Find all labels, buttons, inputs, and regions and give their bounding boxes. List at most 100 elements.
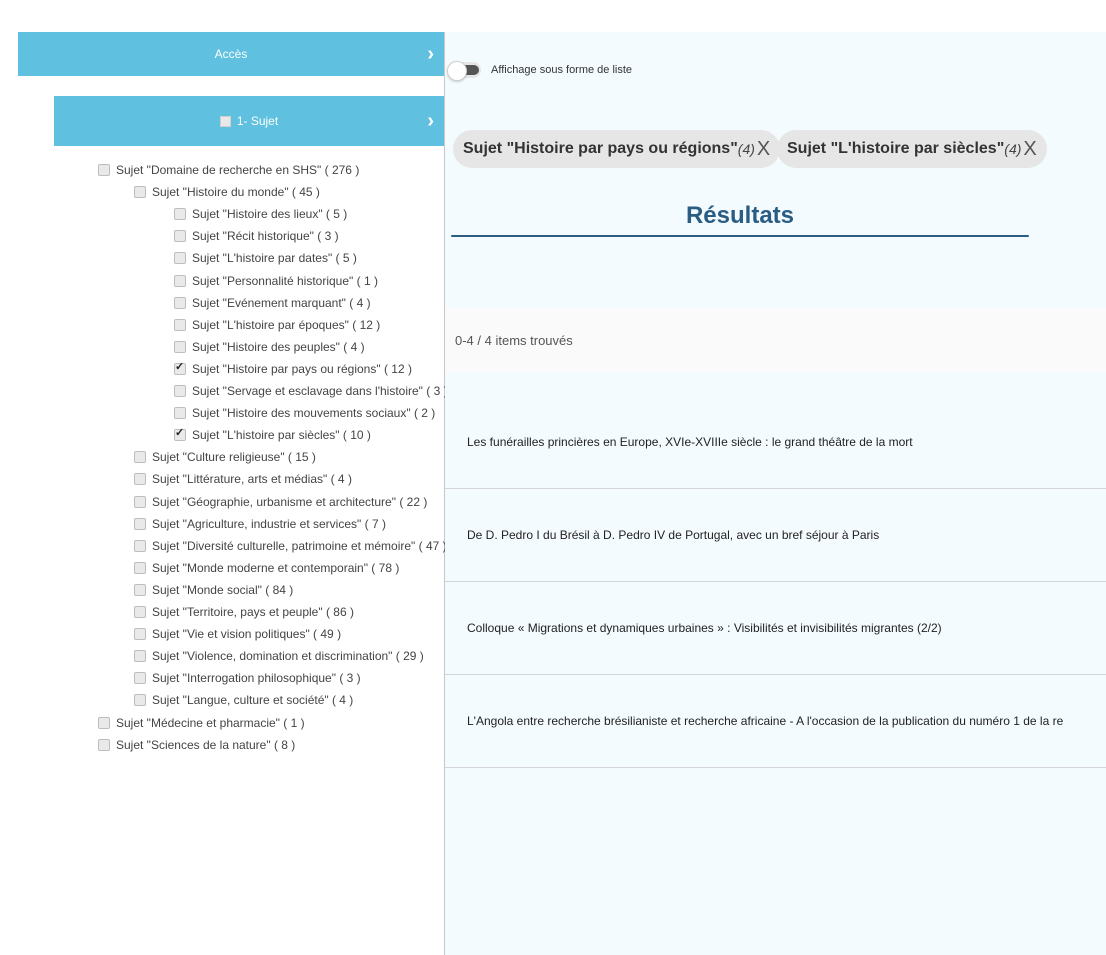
list-view-toggle[interactable] [447,61,481,81]
tree-item-label: Sujet "Médecine et pharmacie" ( 1 ) [116,715,305,730]
tree-item-label: Sujet "Culture religieuse" ( 15 ) [152,450,316,465]
tree-item[interactable]: Sujet "Histoire par pays ou régions" ( 1… [174,359,412,379]
checkbox-icon [219,115,231,127]
result-item-link[interactable]: Colloque « Migrations et dynamiques urba… [445,582,1106,675]
checkbox[interactable] [98,716,110,729]
checkbox[interactable] [174,296,186,309]
tree-item[interactable]: Sujet "Territoire, pays et peuple" ( 86 … [134,602,354,622]
tree-item[interactable]: Sujet "Littérature, arts et médias" ( 4 … [134,469,352,489]
close-icon[interactable]: X [1023,138,1036,161]
checkbox[interactable] [98,164,110,176]
tree-item[interactable]: Sujet "Sciences de la nature" ( 8 ) [98,735,295,755]
close-icon[interactable]: X [757,138,770,161]
chevron-right-icon: › [427,43,434,65]
acces-header-label: Accès [214,47,248,61]
checkbox[interactable] [134,672,146,685]
tree-item[interactable]: Sujet "Diversité culturelle, patrimoine … [134,536,447,556]
tree-item-label: Sujet "Histoire des mouvements sociaux" … [192,406,436,421]
tree-item[interactable]: Sujet "Agriculture, industrie et service… [134,514,386,534]
tree-item-label: Sujet "Monde moderne et contemporain" ( … [152,560,400,575]
tree-item[interactable]: Sujet "L'histoire par dates" ( 5 ) [174,248,357,268]
checkbox[interactable] [174,274,186,287]
result-item-link[interactable]: Les funérailles princières en Europe, XV… [445,396,1106,489]
tree-item-label: Sujet "Interrogation philosophique" ( 3 … [152,671,361,686]
tree-item[interactable]: Sujet "Médecine et pharmacie" ( 1 ) [98,713,305,733]
tree-item-label: Sujet "L'histoire par siècles" ( 10 ) [192,428,371,443]
filter-chip-count: (4) [737,141,755,157]
tree-item[interactable]: Sujet "L'histoire par époques" ( 12 ) [174,315,380,335]
chevron-right-icon: › [427,110,434,132]
tree-item-label: Sujet "Géographie, urbanisme et architec… [152,494,428,509]
tree-item[interactable]: Sujet "Histoire du monde" ( 45 ) [134,182,320,202]
list-view-toggle-row: Affichage sous forme de liste [447,61,633,81]
checkbox[interactable] [174,385,186,397]
tree-item-label: Sujet "Territoire, pays et peuple" ( 86 … [152,605,354,619]
checkbox-checked[interactable] [174,360,186,375]
tree-item[interactable]: Sujet "Domaine de recherche en SHS" ( 27… [98,160,359,180]
tree-item-label: Sujet "Evénement marquant" ( 4 ) [192,295,371,310]
checkbox[interactable] [134,539,146,552]
checkbox[interactable] [134,561,146,574]
checkbox[interactable] [134,186,146,199]
checkbox[interactable] [134,473,146,486]
tree-item[interactable]: Sujet "Histoire des peuples" ( 4 ) [174,337,365,357]
checkbox[interactable] [174,318,186,331]
result-item-link[interactable]: L'Angola entre recherche brésilianiste e… [445,675,1106,768]
checkbox[interactable] [134,650,146,663]
filter-chip-label: Sujet "L'histoire par siècles" [787,140,1005,157]
tree-item-label: Sujet "Monde social" ( 84 ) [152,582,294,597]
tree-item[interactable]: Sujet "Récit historique" ( 3 ) [174,226,339,246]
results-heading: Résultats [685,202,795,229]
checkbox[interactable] [134,517,146,530]
tree-item[interactable]: Sujet "L'histoire par siècles" ( 10 ) [174,425,371,445]
checkbox[interactable] [174,252,186,265]
toggle-knob [447,61,467,81]
acces-accordion-header[interactable]: Accès › [18,32,444,76]
tree-item-label: Sujet "Diversité culturelle, patrimoine … [152,538,447,553]
tree-item-label: Sujet "Agriculture, industrie et service… [152,516,386,531]
checkbox[interactable] [174,230,186,243]
checkbox[interactable] [174,407,186,420]
tree-item[interactable]: Sujet "Culture religieuse" ( 15 ) [134,447,316,467]
tree-item[interactable]: Sujet "Histoire des mouvements sociaux" … [174,403,435,423]
checkbox-checked[interactable] [174,426,186,442]
tree-item[interactable]: Sujet "Violence, domination et discrimin… [134,646,424,666]
tree-item-label: Sujet "Violence, domination et discrimin… [152,649,424,664]
tree-item-label: Sujet "Vie et vision politiques" ( 49 ) [152,627,342,642]
checkbox[interactable] [134,583,146,596]
tree-item[interactable]: Sujet "Géographie, urbanisme et architec… [134,492,427,512]
checkbox[interactable] [134,451,146,464]
tree-item[interactable]: Sujet "Servage et esclavage dans l'histo… [174,381,448,401]
checkbox[interactable] [134,606,146,618]
checkbox[interactable] [134,495,146,508]
tree-item[interactable]: Sujet "Monde moderne et contemporain" ( … [134,558,399,578]
tree-item-label: Sujet "Histoire du monde" ( 45 ) [152,185,320,200]
tree-item-label: Sujet "Personnalité historique" ( 1 ) [192,273,378,288]
tree-item-label: Sujet "Histoire des peuples" ( 4 ) [192,339,365,354]
tree-item[interactable]: Sujet "Histoire des lieux" ( 5 ) [174,204,347,224]
tree-item-label: Sujet "Histoire par pays ou régions" ( 1… [192,361,412,376]
tree-item-label: Sujet "L'histoire par époques" ( 12 ) [192,317,381,332]
sidebar: Accès › 1- Sujet › Sujet "Domaine de rec… [18,32,448,955]
filter-chip-count: (4) [1004,141,1022,157]
toggle-label: Affichage sous forme de liste [491,64,633,76]
tree-item-label: Sujet "Domaine de recherche en SHS" ( 27… [116,163,360,177]
tree-item[interactable]: Sujet "Interrogation philosophique" ( 3 … [134,668,361,688]
result-item-link[interactable]: De D. Pedro I du Brésil à D. Pedro IV de… [445,489,1106,582]
tree-item[interactable]: Sujet "Vie et vision politiques" ( 49 ) [134,624,341,644]
tree-item-label: Sujet "L'histoire par dates" ( 5 ) [192,251,357,266]
tree-item[interactable]: Sujet "Monde social" ( 84 ) [134,580,293,600]
tree-item[interactable]: Sujet "Langue, culture et société" ( 4 ) [134,690,353,710]
tree-item-label: Sujet "Servage et esclavage dans l'histo… [192,384,448,398]
main-panel: Affichage sous forme de liste Sujet "His… [445,32,1106,955]
tree-item[interactable]: Sujet "Evénement marquant" ( 4 ) [174,293,371,313]
checkbox[interactable] [134,694,146,707]
tree-item-label: Sujet "Langue, culture et société" ( 4 ) [152,693,354,708]
checkbox[interactable] [98,738,110,751]
tree-item-label: Sujet "Littérature, arts et médias" ( 4 … [152,472,352,487]
tree-item[interactable]: Sujet "Personnalité historique" ( 1 ) [174,271,378,291]
checkbox[interactable] [174,208,186,221]
sujet-accordion-header[interactable]: 1- Sujet › [54,96,444,146]
checkbox[interactable] [134,628,146,641]
checkbox[interactable] [174,340,186,353]
